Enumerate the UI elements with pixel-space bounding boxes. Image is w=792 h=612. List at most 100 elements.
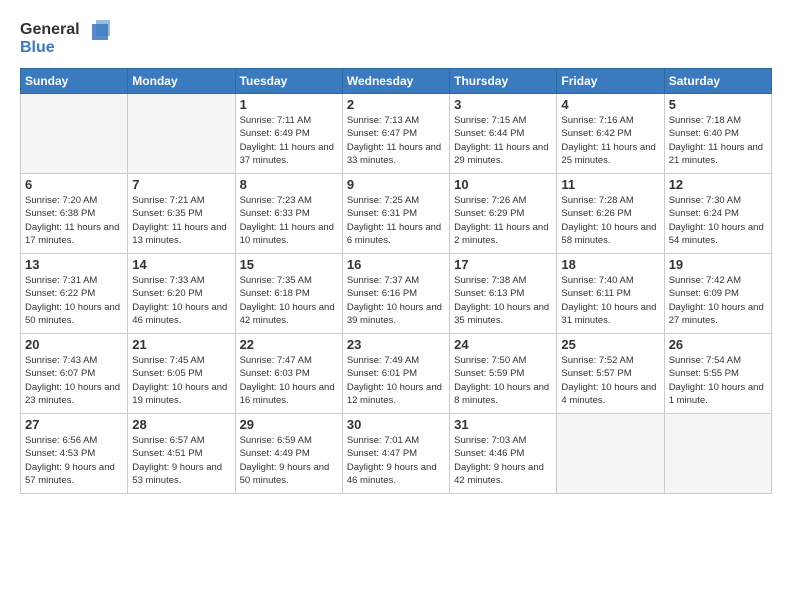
day-number: 14	[132, 257, 230, 272]
calendar-table: SundayMondayTuesdayWednesdayThursdayFrid…	[20, 68, 772, 494]
day-details: Sunrise: 7:03 AM Sunset: 4:46 PM Dayligh…	[454, 434, 552, 487]
day-details: Sunrise: 7:28 AM Sunset: 6:26 PM Dayligh…	[561, 194, 659, 247]
day-number: 31	[454, 417, 552, 432]
day-number: 23	[347, 337, 445, 352]
calendar-cell: 5Sunrise: 7:18 AM Sunset: 6:40 PM Daylig…	[664, 94, 771, 174]
day-details: Sunrise: 7:38 AM Sunset: 6:13 PM Dayligh…	[454, 274, 552, 327]
day-details: Sunrise: 7:13 AM Sunset: 6:47 PM Dayligh…	[347, 114, 445, 167]
calendar-cell: 15 Sunrise: 7:35 AM Sunset: 6:18 PM Dayli…	[235, 254, 342, 334]
day-number: 30	[347, 417, 445, 432]
calendar-cell: 9 Sunrise: 7:25 AM Sunset: 6:31 PM Daylig…	[342, 174, 449, 254]
calendar-cell: 10 Sunrise: 7:26 AM Sunset: 6:29 PM Dayli…	[450, 174, 557, 254]
calendar-cell: 21 Sunrise: 7:45 AM Sunset: 6:05 PM Dayli…	[128, 334, 235, 414]
calendar-cell	[128, 94, 235, 174]
day-number: 10	[454, 177, 552, 192]
day-number: 22	[240, 337, 338, 352]
day-number: 1	[240, 97, 338, 112]
day-details: Sunrise: 7:11 AM Sunset: 6:49 PM Dayligh…	[240, 114, 338, 167]
week-row-5: 27 Sunrise: 6:56 AM Sunset: 4:53 PM Dayli…	[21, 414, 772, 494]
col-header-saturday: Saturday	[664, 69, 771, 94]
day-number: 4	[561, 97, 659, 112]
calendar-cell	[557, 414, 664, 494]
day-details: Sunrise: 7:30 AM Sunset: 6:24 PM Dayligh…	[669, 194, 767, 247]
header: General Blue	[20, 16, 772, 60]
calendar-cell: 3Sunrise: 7:15 AM Sunset: 6:44 PM Daylig…	[450, 94, 557, 174]
day-details: Sunrise: 7:01 AM Sunset: 4:47 PM Dayligh…	[347, 434, 445, 487]
day-number: 21	[132, 337, 230, 352]
day-details: Sunrise: 7:50 AM Sunset: 5:59 PM Dayligh…	[454, 354, 552, 407]
calendar-cell: 27 Sunrise: 6:56 AM Sunset: 4:53 PM Dayli…	[21, 414, 128, 494]
day-number: 7	[132, 177, 230, 192]
logo: General Blue	[20, 16, 110, 60]
day-details: Sunrise: 7:15 AM Sunset: 6:44 PM Dayligh…	[454, 114, 552, 167]
calendar-page: General Blue SundayMondayTuesdayWednesda…	[0, 0, 792, 504]
calendar-cell: 20 Sunrise: 7:43 AM Sunset: 6:07 PM Dayli…	[21, 334, 128, 414]
calendar-cell: 13 Sunrise: 7:31 AM Sunset: 6:22 PM Dayli…	[21, 254, 128, 334]
day-details: Sunrise: 7:47 AM Sunset: 6:03 PM Dayligh…	[240, 354, 338, 407]
calendar-cell	[21, 94, 128, 174]
calendar-cell: 7Sunrise: 7:21 AM Sunset: 6:35 PM Daylig…	[128, 174, 235, 254]
week-row-3: 13 Sunrise: 7:31 AM Sunset: 6:22 PM Dayli…	[21, 254, 772, 334]
day-details: Sunrise: 6:56 AM Sunset: 4:53 PM Dayligh…	[25, 434, 123, 487]
col-header-sunday: Sunday	[21, 69, 128, 94]
logo-svg: General Blue	[20, 16, 110, 60]
calendar-cell: 8 Sunrise: 7:23 AM Sunset: 6:33 PM Daylig…	[235, 174, 342, 254]
day-details: Sunrise: 7:54 AM Sunset: 5:55 PM Dayligh…	[669, 354, 767, 407]
day-number: 15	[240, 257, 338, 272]
day-number: 27	[25, 417, 123, 432]
day-details: Sunrise: 7:43 AM Sunset: 6:07 PM Dayligh…	[25, 354, 123, 407]
week-row-1: 1 Sunrise: 7:11 AM Sunset: 6:49 PM Daylig…	[21, 94, 772, 174]
calendar-cell: 11 Sunrise: 7:28 AM Sunset: 6:26 PM Dayli…	[557, 174, 664, 254]
week-row-4: 20 Sunrise: 7:43 AM Sunset: 6:07 PM Dayli…	[21, 334, 772, 414]
col-header-friday: Friday	[557, 69, 664, 94]
calendar-cell: 1 Sunrise: 7:11 AM Sunset: 6:49 PM Daylig…	[235, 94, 342, 174]
day-details: Sunrise: 7:20 AM Sunset: 6:38 PM Dayligh…	[25, 194, 123, 247]
col-header-wednesday: Wednesday	[342, 69, 449, 94]
day-details: Sunrise: 7:18 AM Sunset: 6:40 PM Dayligh…	[669, 114, 767, 167]
day-number: 11	[561, 177, 659, 192]
day-details: Sunrise: 7:26 AM Sunset: 6:29 PM Dayligh…	[454, 194, 552, 247]
calendar-cell: 29 Sunrise: 6:59 AM Sunset: 4:49 PM Dayli…	[235, 414, 342, 494]
day-details: Sunrise: 7:45 AM Sunset: 6:05 PM Dayligh…	[132, 354, 230, 407]
day-number: 13	[25, 257, 123, 272]
day-number: 17	[454, 257, 552, 272]
day-details: Sunrise: 7:37 AM Sunset: 6:16 PM Dayligh…	[347, 274, 445, 327]
svg-text:General: General	[20, 21, 80, 38]
day-number: 29	[240, 417, 338, 432]
day-details: Sunrise: 7:23 AM Sunset: 6:33 PM Dayligh…	[240, 194, 338, 247]
day-number: 6	[25, 177, 123, 192]
day-number: 16	[347, 257, 445, 272]
day-number: 25	[561, 337, 659, 352]
day-details: Sunrise: 6:59 AM Sunset: 4:49 PM Dayligh…	[240, 434, 338, 487]
col-header-thursday: Thursday	[450, 69, 557, 94]
calendar-cell: 4 Sunrise: 7:16 AM Sunset: 6:42 PM Daylig…	[557, 94, 664, 174]
col-header-monday: Monday	[128, 69, 235, 94]
day-details: Sunrise: 7:35 AM Sunset: 6:18 PM Dayligh…	[240, 274, 338, 327]
calendar-cell: 23Sunrise: 7:49 AM Sunset: 6:01 PM Dayli…	[342, 334, 449, 414]
header-row: SundayMondayTuesdayWednesdayThursdayFrid…	[21, 69, 772, 94]
day-details: Sunrise: 7:25 AM Sunset: 6:31 PM Dayligh…	[347, 194, 445, 247]
day-details: Sunrise: 7:16 AM Sunset: 6:42 PM Dayligh…	[561, 114, 659, 167]
day-details: Sunrise: 7:33 AM Sunset: 6:20 PM Dayligh…	[132, 274, 230, 327]
calendar-cell: 6 Sunrise: 7:20 AM Sunset: 6:38 PM Daylig…	[21, 174, 128, 254]
calendar-cell: 16 Sunrise: 7:37 AM Sunset: 6:16 PM Dayli…	[342, 254, 449, 334]
day-number: 24	[454, 337, 552, 352]
calendar-cell: 22 Sunrise: 7:47 AM Sunset: 6:03 PM Dayli…	[235, 334, 342, 414]
calendar-cell: 19Sunrise: 7:42 AM Sunset: 6:09 PM Dayli…	[664, 254, 771, 334]
day-number: 20	[25, 337, 123, 352]
day-number: 12	[669, 177, 767, 192]
calendar-cell: 31 Sunrise: 7:03 AM Sunset: 4:46 PM Dayli…	[450, 414, 557, 494]
day-details: Sunrise: 7:42 AM Sunset: 6:09 PM Dayligh…	[669, 274, 767, 327]
day-details: Sunrise: 7:31 AM Sunset: 6:22 PM Dayligh…	[25, 274, 123, 327]
calendar-cell: 12 Sunrise: 7:30 AM Sunset: 6:24 PM Dayli…	[664, 174, 771, 254]
week-row-2: 6 Sunrise: 7:20 AM Sunset: 6:38 PM Daylig…	[21, 174, 772, 254]
day-number: 18	[561, 257, 659, 272]
calendar-cell: 17 Sunrise: 7:38 AM Sunset: 6:13 PM Dayli…	[450, 254, 557, 334]
day-number: 8	[240, 177, 338, 192]
day-number: 2	[347, 97, 445, 112]
calendar-cell: 26Sunrise: 7:54 AM Sunset: 5:55 PM Dayli…	[664, 334, 771, 414]
day-number: 9	[347, 177, 445, 192]
day-details: Sunrise: 6:57 AM Sunset: 4:51 PM Dayligh…	[132, 434, 230, 487]
day-details: Sunrise: 7:40 AM Sunset: 6:11 PM Dayligh…	[561, 274, 659, 327]
day-number: 28	[132, 417, 230, 432]
